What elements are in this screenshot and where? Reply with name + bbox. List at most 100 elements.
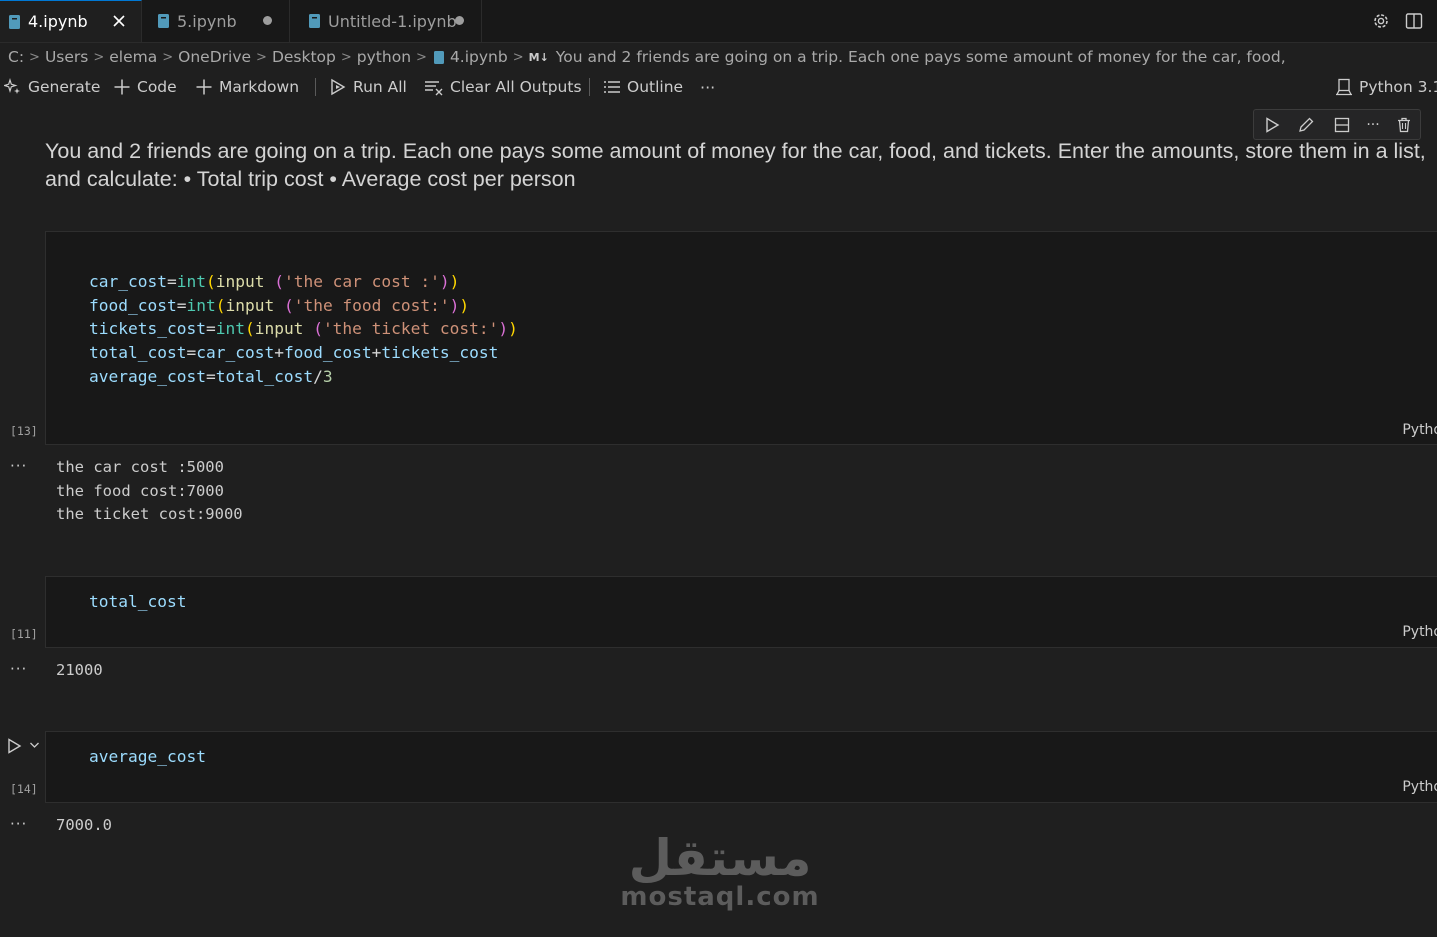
sparkle-icon bbox=[4, 78, 22, 96]
edit-pencil-icon[interactable] bbox=[1296, 115, 1316, 135]
output-more-icon[interactable]: ··· bbox=[10, 457, 27, 475]
generate-button[interactable]: Generate bbox=[4, 74, 100, 100]
code-line: total_cost bbox=[89, 592, 187, 611]
markdown-label: Markdown bbox=[219, 78, 300, 96]
watermark-arabic: مستقل bbox=[628, 829, 812, 887]
cell-language-label[interactable]: Pytho bbox=[1402, 422, 1437, 438]
markdown-badge-icon: M↓ bbox=[528, 50, 549, 64]
delete-trash-icon[interactable] bbox=[1394, 115, 1414, 135]
tab-label: 4.ipynb bbox=[28, 12, 88, 31]
notebook-toolbar: Generate Code Markdown Run All Clear All… bbox=[0, 74, 1437, 100]
code-label: Code bbox=[137, 78, 177, 96]
code-editor[interactable]: car_cost=int(input ('the car cost :')) fo… bbox=[89, 246, 518, 436]
split-editor-icon[interactable] bbox=[1405, 12, 1423, 30]
chevron-right-icon: > bbox=[256, 49, 267, 65]
breadcrumb-item[interactable]: elema bbox=[109, 48, 157, 66]
more-actions-icon[interactable]: ··· bbox=[700, 74, 715, 100]
list-icon bbox=[603, 78, 621, 96]
toolbar-divider bbox=[315, 78, 316, 96]
output-line: 7000.0 bbox=[56, 816, 112, 834]
run-all-button[interactable]: Run All bbox=[329, 74, 407, 100]
cell-output: 7000.0 bbox=[56, 814, 112, 838]
kernel-icon bbox=[1335, 78, 1353, 96]
output-more-icon[interactable]: ··· bbox=[10, 815, 27, 833]
output-line: the car cost :5000 bbox=[56, 458, 224, 476]
outline-button[interactable]: Outline bbox=[603, 74, 683, 100]
run-cell-icon[interactable] bbox=[7, 738, 22, 754]
breadcrumb-item[interactable]: 4.ipynb bbox=[450, 48, 508, 66]
close-icon[interactable] bbox=[111, 13, 127, 29]
code-line: average_cost=total_cost/3 bbox=[89, 366, 333, 386]
output-line: the ticket cost:9000 bbox=[56, 505, 243, 523]
watermark-latin: mostaql.com bbox=[620, 882, 820, 912]
generate-label: Generate bbox=[28, 78, 101, 96]
notebook-file-icon bbox=[158, 14, 169, 28]
chevron-down-icon[interactable] bbox=[29, 740, 40, 750]
chevron-right-icon: > bbox=[93, 49, 105, 65]
breadcrumb-item[interactable]: Users bbox=[45, 48, 88, 66]
chevron-right-icon: > bbox=[29, 49, 40, 65]
tab-label: 5.ipynb bbox=[177, 11, 237, 31]
code-line: average_cost bbox=[89, 747, 206, 766]
kernel-label: Python 3.1 bbox=[1359, 78, 1437, 96]
code-line: tickets_cost=int(input ('the ticket cost… bbox=[89, 319, 518, 339]
code-cell[interactable]: average_cost Pytho bbox=[45, 731, 1437, 803]
cell-language-label[interactable]: Pytho bbox=[1402, 624, 1437, 640]
output-more-icon[interactable]: ··· bbox=[10, 660, 27, 678]
plus-icon bbox=[113, 78, 131, 96]
code-line: car_cost=int(input ('the car cost :')) bbox=[89, 271, 460, 291]
cell-output: the car cost :5000 the food cost:7000 the … bbox=[56, 456, 243, 527]
tab-untitled-1-ipynb[interactable]: Untitled-1.ipynb bbox=[290, 0, 482, 42]
execution-count: [13] bbox=[10, 424, 38, 438]
notebook-file-icon bbox=[433, 50, 444, 64]
clear-all-outputs-label: Clear All Outputs bbox=[450, 78, 582, 96]
notebook-file-icon bbox=[9, 14, 20, 29]
breadcrumb-item[interactable]: python bbox=[357, 48, 411, 66]
cell-output: 21000 bbox=[56, 659, 103, 683]
run-cell-icon[interactable] bbox=[1262, 115, 1282, 135]
editor-tab-bar: 4.ipynb 5.ipynb Untitled-1.ipynb bbox=[0, 0, 1437, 43]
breadcrumb-item[interactable]: C: bbox=[8, 48, 24, 66]
chevron-right-icon: > bbox=[512, 49, 524, 65]
add-markdown-cell-button[interactable]: Markdown bbox=[195, 74, 299, 100]
breadcrumb-item[interactable]: You and 2 friends are going on a trip. E… bbox=[556, 48, 1286, 66]
tab-5-ipynb[interactable]: 5.ipynb bbox=[142, 0, 290, 42]
unsaved-dot-icon[interactable] bbox=[259, 12, 275, 28]
clear-all-icon bbox=[424, 78, 444, 96]
code-line: total_cost=car_cost+food_cost+tickets_co… bbox=[89, 343, 499, 363]
code-line: food_cost=int(input ('the food cost:')) bbox=[89, 295, 470, 315]
code-editor[interactable]: average_cost bbox=[89, 745, 206, 769]
breadcrumb: C: > Users > elema > OneDrive > Desktop > pyt… bbox=[8, 46, 1286, 68]
mostaql-watermark: مستقل mostaql.com bbox=[600, 830, 840, 912]
code-editor[interactable]: total_cost bbox=[89, 590, 186, 614]
outline-label: Outline bbox=[627, 78, 684, 96]
kernel-picker-button[interactable]: Python 3.1 bbox=[1335, 74, 1437, 100]
execution-count: [11] bbox=[10, 627, 38, 641]
cell-toolbar: ··· bbox=[1253, 109, 1421, 140]
plus-icon bbox=[195, 78, 213, 96]
toolbar-divider bbox=[589, 78, 590, 96]
breadcrumb-item[interactable]: Desktop bbox=[272, 48, 336, 66]
tab-label: Untitled-1.ipynb bbox=[328, 11, 457, 31]
chevron-right-icon: > bbox=[416, 49, 427, 65]
execution-count: [14] bbox=[10, 782, 38, 796]
chevron-right-icon: > bbox=[162, 49, 174, 65]
tab-4-ipynb[interactable]: 4.ipynb bbox=[0, 0, 142, 42]
run-all-icon bbox=[329, 78, 347, 96]
cell-language-label[interactable]: Pytho bbox=[1402, 779, 1437, 795]
clear-all-outputs-button[interactable]: Clear All Outputs bbox=[424, 74, 582, 100]
gear-icon[interactable] bbox=[1372, 12, 1390, 30]
add-code-cell-button[interactable]: Code bbox=[113, 74, 177, 100]
markdown-cell[interactable]: You and 2 friends are going on a trip. E… bbox=[45, 137, 1435, 193]
code-cell[interactable]: car_cost=int(input ('the car cost :')) fo… bbox=[45, 231, 1437, 445]
unsaved-dot-icon[interactable] bbox=[451, 12, 467, 28]
chevron-right-icon: > bbox=[340, 49, 352, 65]
split-cell-icon[interactable] bbox=[1332, 115, 1352, 135]
notebook-file-icon bbox=[309, 14, 320, 28]
run-all-label: Run All bbox=[353, 78, 407, 96]
output-line: 21000 bbox=[56, 661, 103, 679]
breadcrumb-item[interactable]: OneDrive bbox=[178, 48, 251, 66]
more-icon[interactable]: ··· bbox=[1363, 115, 1383, 135]
output-line: the food cost:7000 bbox=[56, 481, 224, 500]
code-cell[interactable]: total_cost Pytho bbox=[45, 576, 1437, 648]
